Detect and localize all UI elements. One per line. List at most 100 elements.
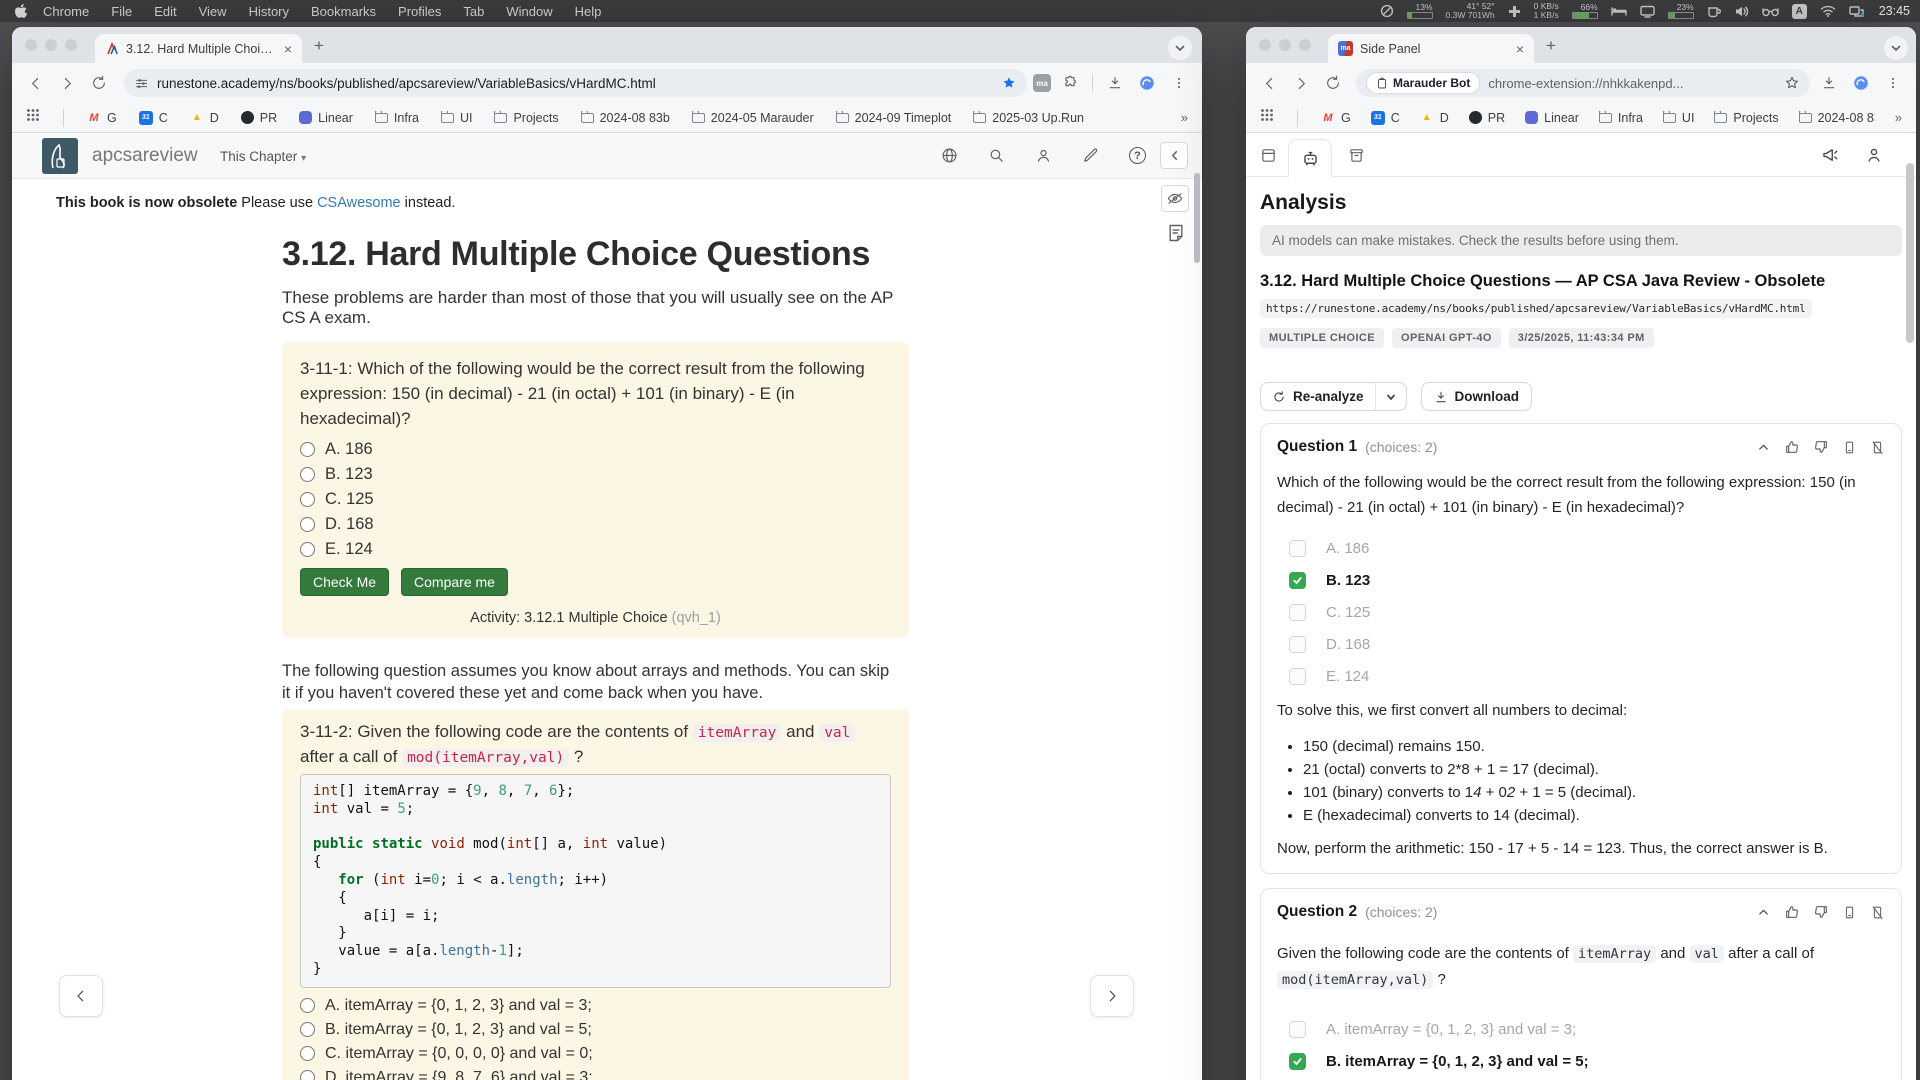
wifi-icon[interactable] [1820, 5, 1836, 17]
menu-item[interactable]: Edit [154, 4, 176, 19]
checkbox[interactable] [1289, 668, 1306, 685]
bookmarks-overflow-icon[interactable]: » [1181, 110, 1188, 125]
bookmark-item[interactable]: C [1371, 111, 1400, 125]
input-source-indicator[interactable]: A [1792, 4, 1807, 19]
bookmark-item[interactable]: Projects [1714, 111, 1778, 125]
bookmark-item[interactable]: Linear [1525, 111, 1579, 125]
collapse-chevron-icon[interactable] [1756, 440, 1771, 455]
browser-tab[interactable]: ma Side Panel × [1328, 34, 1534, 63]
answer-row[interactable]: B. 123 [1277, 564, 1885, 596]
bed-icon[interactable] [1611, 5, 1627, 17]
bookmark-item[interactable]: Linear [299, 111, 353, 125]
answer-row[interactable]: A. itemArray = {0, 1, 2, 3} and val = 3; [1277, 1013, 1885, 1045]
sidebar-collapse-icon[interactable] [1160, 142, 1188, 169]
apple-menu-icon[interactable] [14, 4, 27, 19]
marauder-extension-icon[interactable]: ma [1033, 74, 1051, 92]
panel-scrollbar-thumb[interactable] [1906, 163, 1914, 343]
forward-icon[interactable] [54, 70, 80, 96]
back-icon[interactable] [1256, 70, 1282, 96]
answer-row[interactable]: A. 186 [1277, 532, 1885, 564]
book-brand[interactable]: apcsareview [92, 145, 198, 167]
reload-icon[interactable] [1320, 70, 1346, 96]
panel-archive-icon[interactable] [1344, 143, 1368, 167]
checkbox[interactable] [1289, 1021, 1306, 1038]
display-icon[interactable] [1640, 5, 1655, 18]
answer-option[interactable]: E. 124 [300, 537, 891, 562]
menu-item[interactable]: Chrome [43, 4, 89, 19]
menu-item[interactable]: History [249, 4, 289, 19]
checkbox[interactable] [1289, 1053, 1306, 1070]
radio-button[interactable] [300, 467, 315, 482]
radio-button[interactable] [300, 998, 315, 1013]
answer-option[interactable]: D. itemArray = {9, 8, 7, 6} and val = 3; [300, 1066, 891, 1080]
bookmarks-overflow-icon[interactable]: » [1895, 110, 1902, 125]
bookmark-item[interactable]: C [139, 111, 168, 125]
bookmark-item[interactable]: Infra [1599, 111, 1643, 125]
bookmark-star-icon[interactable] [1784, 75, 1800, 91]
checkbox[interactable] [1289, 572, 1306, 589]
bookmark-item[interactable]: 2024-05 Marauder [692, 111, 814, 125]
panel-pages-icon[interactable] [1256, 143, 1280, 167]
tab-search-chevron-icon[interactable] [1884, 36, 1908, 60]
apps-grid-icon[interactable] [26, 108, 40, 127]
extensions-puzzle-icon[interactable] [1057, 70, 1083, 96]
profile-sync-icon[interactable] [1848, 70, 1874, 96]
menu-clock[interactable]: 23:45 [1879, 4, 1910, 18]
thumbs-up-icon[interactable] [1784, 904, 1800, 920]
new-tab-button[interactable]: + [314, 36, 324, 56]
this-chapter-dropdown[interactable]: This Chapter ▾ [220, 149, 306, 164]
bookmark-item[interactable]: 2024-08 83b [1799, 111, 1875, 125]
bookmark-item[interactable]: 2025-03 Up.Run [973, 111, 1084, 125]
bookmark-item[interactable]: PR [1469, 111, 1505, 125]
radio-button[interactable] [300, 517, 315, 532]
radio-button[interactable] [300, 492, 315, 507]
coffee-cup-icon[interactable] [1707, 5, 1721, 18]
downloads-icon[interactable] [1102, 70, 1128, 96]
help-icon[interactable]: ? [1129, 147, 1146, 164]
fast-user-switch-icon[interactable] [1849, 5, 1864, 18]
glasses-icon[interactable] [1762, 6, 1779, 17]
network-meter[interactable]: 0 KB/s1 KB/s [1534, 2, 1559, 21]
scratch-activecode-icon[interactable] [1161, 185, 1189, 212]
answer-option[interactable]: C. 125 [300, 487, 891, 512]
window-controls[interactable] [25, 39, 77, 51]
pencil-icon[interactable] [1082, 147, 1099, 169]
answer-option[interactable]: B. 123 [300, 462, 891, 487]
bookmark-icon[interactable] [1842, 905, 1857, 920]
reanalyze-button[interactable]: Re-analyze [1261, 383, 1375, 410]
check-me-button[interactable]: Check Me [300, 568, 389, 596]
bookmark-item[interactable]: 2024-08 83b [581, 111, 670, 125]
chrome-menu-dots-icon[interactable] [1166, 70, 1192, 96]
checkbox[interactable] [1289, 636, 1306, 653]
chrome-menu-dots-icon[interactable] [1880, 70, 1906, 96]
answer-row[interactable]: C. 125 [1277, 596, 1885, 628]
thumbs-down-icon[interactable] [1813, 904, 1829, 920]
back-icon[interactable] [22, 70, 48, 96]
forward-icon[interactable] [1288, 70, 1314, 96]
window-controls[interactable] [1259, 39, 1311, 51]
download-button[interactable]: Download [1421, 382, 1533, 411]
tab-search-chevron-icon[interactable] [1168, 36, 1192, 60]
temps-power[interactable]: 41° 52°0.3W 701Wh [1446, 2, 1495, 21]
thumbs-down-icon[interactable] [1813, 439, 1829, 455]
radio-button[interactable] [300, 442, 315, 457]
menu-item[interactable]: Help [575, 4, 602, 19]
ram-meter[interactable]: 66% [1572, 3, 1598, 20]
radio-button[interactable] [300, 1022, 315, 1037]
menu-item[interactable]: File [111, 4, 132, 19]
answer-row[interactable]: D. 168 [1277, 628, 1885, 660]
bookmark-slash-icon[interactable] [1870, 440, 1885, 455]
answer-row[interactable]: E. 124 [1277, 660, 1885, 692]
tab-close-icon[interactable]: × [282, 42, 294, 56]
answer-option[interactable]: B. itemArray = {0, 1, 2, 3} and val = 5; [300, 1018, 891, 1042]
gpu-meter[interactable]: 13% [1407, 3, 1433, 20]
search-icon[interactable] [988, 147, 1005, 169]
slash-circle-icon[interactable] [1380, 4, 1394, 18]
bookmark-star-icon[interactable] [1001, 75, 1017, 91]
address-bar[interactable]: Marauder Bot chrome-extension://nhkkaken… [1356, 69, 1810, 97]
radio-button[interactable] [300, 1046, 315, 1061]
apps-grid-icon[interactable] [1260, 108, 1274, 127]
address-bar[interactable]: runestone.academy/ns/books/published/apc… [124, 69, 1027, 97]
notes-icon[interactable] [1166, 223, 1186, 248]
reanalyze-split-button[interactable]: Re-analyze [1260, 382, 1407, 411]
